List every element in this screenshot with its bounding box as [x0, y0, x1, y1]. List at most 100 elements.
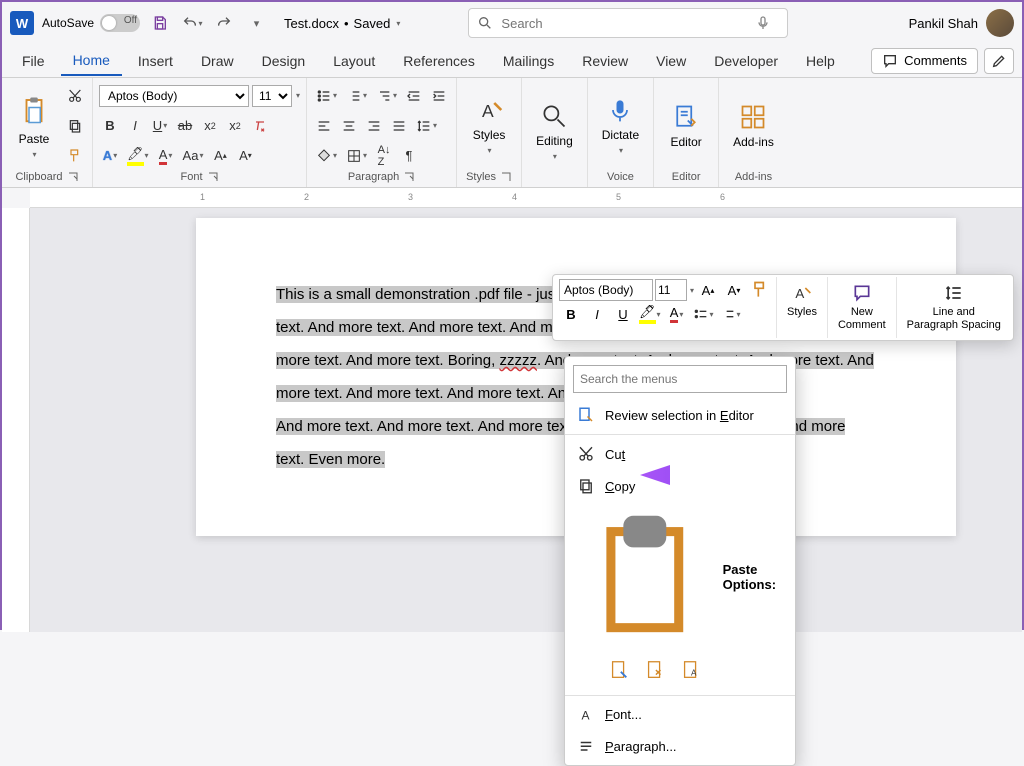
align-center-icon[interactable]: [338, 115, 360, 137]
font-color-icon[interactable]: A▾: [665, 303, 689, 325]
tab-view[interactable]: View: [644, 47, 698, 75]
menu-review-editor[interactable]: Review selection in Editor: [565, 399, 795, 431]
numbering-icon[interactable]: ▾: [718, 303, 743, 325]
multilevel-list-icon[interactable]: ▾: [373, 85, 400, 107]
decrease-indent-icon[interactable]: [403, 85, 425, 107]
highlight-icon[interactable]: 🖊▾: [637, 303, 663, 325]
change-case-icon[interactable]: Aa▾: [180, 145, 207, 167]
comments-button[interactable]: Comments: [871, 48, 978, 74]
editor-button[interactable]: Editor: [660, 82, 712, 169]
addins-button[interactable]: Add-ins: [725, 82, 782, 169]
editing-mode-button[interactable]: [984, 48, 1014, 74]
bullets-icon[interactable]: ▾: [313, 85, 340, 107]
shrink-font-icon[interactable]: A▾: [234, 145, 256, 167]
font-color-icon[interactable]: A▾: [155, 145, 177, 167]
paste-text-only-icon[interactable]: A: [677, 656, 705, 684]
menu-search[interactable]: [573, 365, 787, 393]
doc-status: Saved: [354, 16, 391, 31]
new-comment-button[interactable]: NewComment: [832, 279, 892, 336]
line-spacing-button[interactable]: Line andParagraph Spacing: [901, 279, 1007, 336]
autosave-toggle[interactable]: [100, 14, 140, 32]
align-right-icon[interactable]: [363, 115, 385, 137]
bullets-icon[interactable]: ▾: [691, 303, 716, 325]
paste-merge-icon[interactable]: [641, 656, 669, 684]
dialog-launcher-icon[interactable]: [67, 171, 79, 183]
menu-search-input[interactable]: [573, 365, 787, 393]
grow-font-icon[interactable]: A▴: [696, 279, 720, 301]
dialog-launcher-icon[interactable]: [500, 171, 512, 183]
tab-references[interactable]: References: [391, 47, 487, 75]
menu-paragraph[interactable]: Paragraph...: [565, 731, 795, 763]
tab-layout[interactable]: Layout: [321, 47, 387, 75]
paste-keep-source-icon[interactable]: [605, 656, 633, 684]
qat-customize-icon[interactable]: ▾: [244, 11, 268, 35]
autosave-control[interactable]: AutoSave: [42, 14, 140, 32]
italic-button[interactable]: I: [585, 303, 609, 325]
mini-styles-button[interactable]: A Styles: [781, 279, 823, 323]
justify-icon[interactable]: [388, 115, 410, 137]
menu-font[interactable]: A Font...: [565, 699, 795, 731]
chevron-down-icon[interactable]: ▾: [690, 286, 694, 295]
search-box[interactable]: [468, 8, 788, 38]
dialog-launcher-icon[interactable]: [403, 171, 415, 183]
increase-indent-icon[interactable]: [428, 85, 450, 107]
menu-cut[interactable]: Cut: [565, 438, 795, 470]
italic-button[interactable]: I: [124, 115, 146, 137]
strikethrough-button[interactable]: ab: [174, 115, 196, 137]
menu-copy[interactable]: Copy: [565, 470, 795, 502]
mic-icon[interactable]: [755, 15, 771, 31]
editor-icon: [672, 103, 700, 131]
dialog-launcher-icon[interactable]: [207, 171, 219, 183]
format-painter-icon[interactable]: [748, 279, 772, 301]
dictate-button[interactable]: Dictate ▾: [594, 82, 647, 169]
highlight-icon[interactable]: 🖊▾: [124, 145, 152, 167]
tab-draw[interactable]: Draw: [189, 47, 246, 75]
styles-button[interactable]: A Styles ▾: [463, 82, 515, 169]
underline-button[interactable]: U: [611, 303, 635, 325]
bold-button[interactable]: B: [99, 115, 121, 137]
line-spacing-icon[interactable]: ▾: [413, 115, 440, 137]
paste-options-row: A: [565, 652, 795, 692]
format-painter-icon[interactable]: [64, 145, 86, 167]
chevron-down-icon[interactable]: ▾: [296, 91, 300, 100]
tab-insert[interactable]: Insert: [126, 47, 185, 75]
shading-icon[interactable]: ▾: [313, 145, 340, 167]
sort-icon[interactable]: A↓Z: [373, 145, 395, 167]
tab-mailings[interactable]: Mailings: [491, 47, 566, 75]
subscript-button[interactable]: x2: [199, 115, 221, 137]
bold-button[interactable]: B: [559, 303, 583, 325]
superscript-button[interactable]: x2: [224, 115, 246, 137]
vertical-ruler[interactable]: [2, 208, 30, 632]
underline-button[interactable]: U▾: [149, 115, 171, 137]
mini-size-select[interactable]: [655, 279, 687, 301]
text-effects-icon[interactable]: A▾: [99, 145, 121, 167]
undo-icon[interactable]: ▾: [180, 11, 204, 35]
borders-icon[interactable]: ▾: [343, 145, 370, 167]
horizontal-ruler[interactable]: 1 2 3 4 5 6: [30, 188, 1022, 208]
shrink-font-icon[interactable]: A▾: [722, 279, 746, 301]
editing-button[interactable]: Editing ▾: [528, 82, 581, 181]
save-icon[interactable]: [148, 11, 172, 35]
grow-font-icon[interactable]: A▴: [209, 145, 231, 167]
align-left-icon[interactable]: [313, 115, 335, 137]
tab-design[interactable]: Design: [250, 47, 318, 75]
show-marks-icon[interactable]: ¶: [398, 145, 420, 167]
numbering-icon[interactable]: ▾: [343, 85, 370, 107]
tab-file[interactable]: File: [10, 47, 57, 75]
copy-icon[interactable]: [64, 115, 86, 137]
search-input[interactable]: [501, 16, 755, 31]
document-title[interactable]: Test.docx • Saved ▾: [284, 16, 400, 31]
redo-icon[interactable]: [212, 11, 236, 35]
tab-home[interactable]: Home: [61, 46, 122, 76]
font-family-select[interactable]: Aptos (Body): [99, 85, 249, 107]
mini-font-select[interactable]: [559, 279, 653, 301]
user-account[interactable]: Pankil Shah: [909, 9, 1014, 37]
tab-help[interactable]: Help: [794, 47, 847, 75]
tab-review[interactable]: Review: [570, 47, 640, 75]
tab-developer[interactable]: Developer: [702, 47, 790, 75]
font-size-select[interactable]: 11: [252, 85, 292, 107]
paste-button[interactable]: Paste ▾: [8, 82, 60, 169]
menu-separator: [565, 695, 795, 696]
cut-icon[interactable]: [64, 85, 86, 107]
clear-formatting-icon[interactable]: [249, 115, 271, 137]
